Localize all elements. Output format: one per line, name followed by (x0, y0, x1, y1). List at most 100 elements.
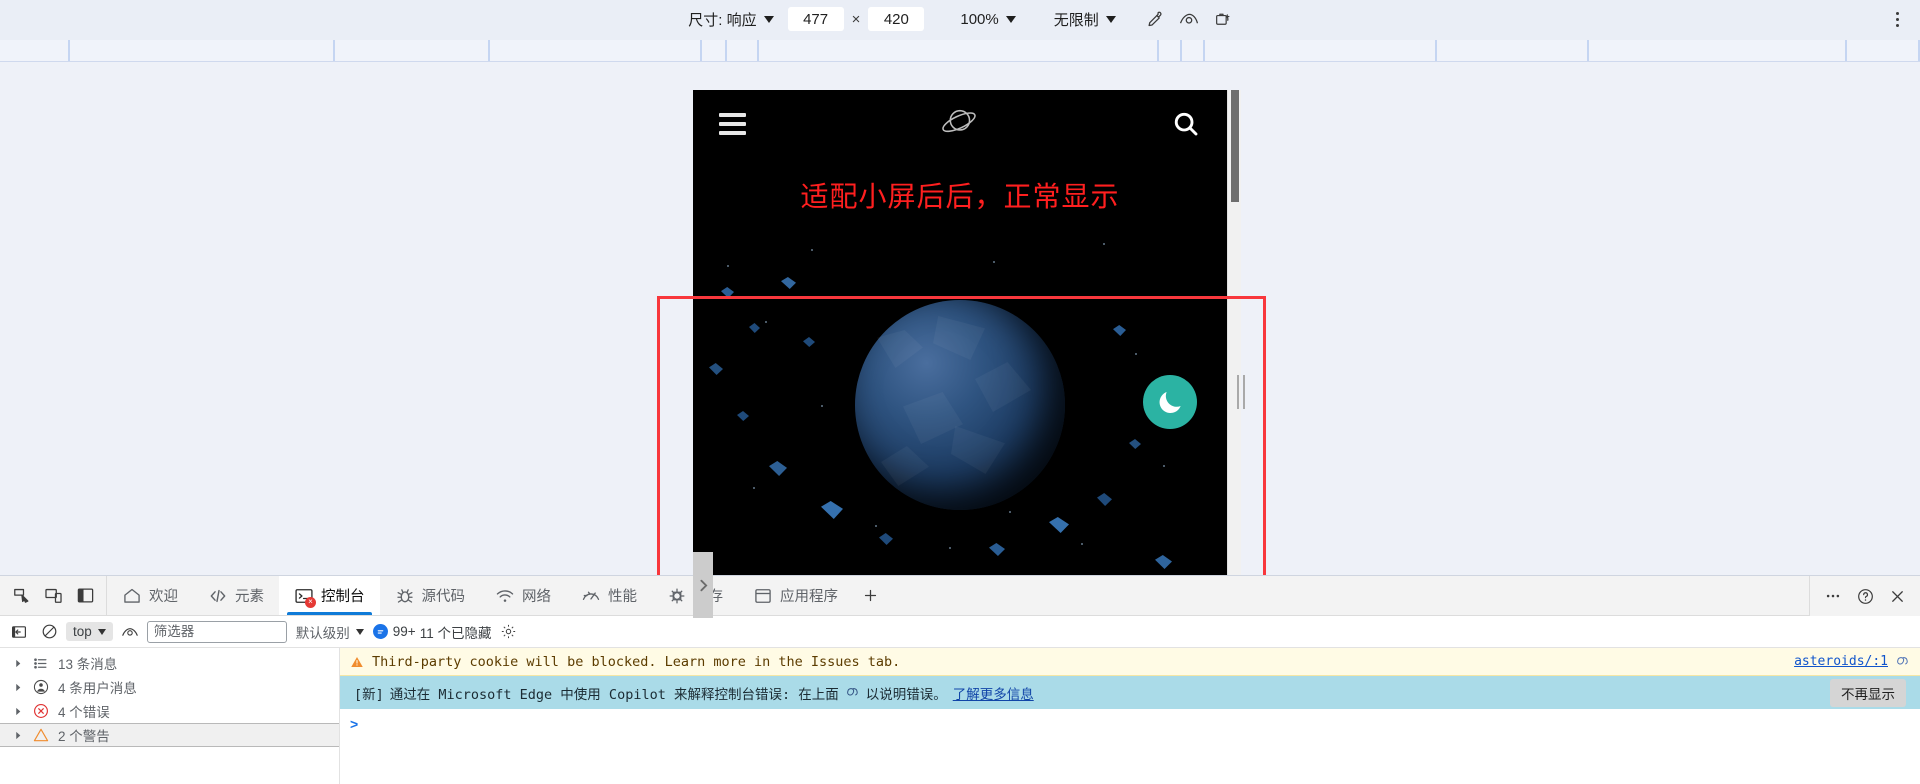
copilot-promo-banner: [新] 通过在 Microsoft Edge 中使用 Copilot 来解释控制… (340, 676, 1920, 709)
dismiss-copilot-banner-button[interactable]: 不再显示 (1830, 678, 1906, 707)
chevron-right-icon[interactable] (14, 659, 23, 668)
message-count-badge[interactable]: 99+ (372, 624, 416, 639)
sidebar-item-errors[interactable]: 4 个错误 (0, 699, 339, 723)
plus-icon (864, 589, 876, 602)
copilot-new-tag: [新] (354, 686, 384, 703)
media-query-ruler[interactable] (0, 38, 1920, 62)
tab-network[interactable]: 网络 (480, 576, 566, 615)
zoom-label: 100% (960, 10, 999, 28)
tab-sources[interactable]: 源代码 (380, 576, 481, 615)
media-query-segment[interactable] (0, 40, 70, 61)
more-tools-icon[interactable] (1818, 581, 1848, 611)
sidebar-expand-handle[interactable] (693, 552, 713, 618)
console-body: 13 条消息 4 条用户消息 4 个错误 2 个警告 Third-party c… (0, 648, 1920, 784)
viewport-width-resize-handle[interactable] (1234, 372, 1248, 412)
console-sidebar: 13 条消息 4 条用户消息 4 个错误 2 个警告 (0, 648, 340, 784)
device-size-dropdown[interactable]: 尺寸: 响应 (680, 6, 781, 33)
tab-performance[interactable]: 性能 (566, 576, 652, 615)
zoom-dropdown[interactable]: 100% (952, 8, 1023, 31)
help-question-icon[interactable] (1850, 581, 1880, 611)
prompt-caret-icon: > (350, 716, 359, 732)
tab-application[interactable]: 应用程序 (738, 576, 853, 615)
hidden-message-count: 11 个已隐藏 (419, 625, 492, 641)
media-query-segment[interactable] (1437, 40, 1589, 61)
devtools-right-tools (1809, 576, 1920, 616)
dark-mode-toggle-button[interactable] (1143, 375, 1197, 429)
chevron-right-icon[interactable] (14, 731, 23, 740)
media-query-segment[interactable] (1847, 40, 1920, 61)
tab-console[interactable]: × 控制台 (279, 576, 380, 615)
media-query-segment[interactable] (335, 40, 490, 61)
learn-more-link[interactable]: 了解更多信息 (953, 683, 1034, 703)
throttle-label: 无限制 (1053, 11, 1099, 29)
chevron-right-icon[interactable] (14, 683, 23, 692)
tab-welcome[interactable]: 欢迎 (107, 576, 193, 615)
devtools-tabbar: 欢迎 元素 × 控制台 源代码 网络 性能 应用程序 (0, 576, 1920, 616)
device-toolbar-icon[interactable] (38, 581, 68, 611)
media-query-segment[interactable] (1182, 40, 1205, 61)
warning-text: Third-party cookie will be blocked. Lear… (372, 653, 901, 670)
bug-sources-icon (395, 586, 415, 606)
media-query-segment[interactable] (1589, 40, 1847, 61)
copilot-icon[interactable] (1895, 654, 1910, 669)
execution-context-selector[interactable]: top (66, 622, 113, 641)
chevron-right-icon[interactable] (14, 707, 23, 716)
dock-side-icon[interactable] (70, 581, 100, 611)
chevron-right-icon (699, 579, 707, 591)
eyedropper-icon[interactable] (1138, 4, 1172, 34)
search-icon[interactable] (1171, 109, 1201, 139)
menu-icon[interactable] (719, 113, 746, 135)
console-warning-message[interactable]: Third-party cookie will be blocked. Lear… (340, 648, 1920, 676)
rotate-screenshot-icon[interactable] (1206, 4, 1240, 34)
log-level-dropdown[interactable]: 默认级别 (291, 620, 369, 644)
page-scrollbar[interactable] (1227, 90, 1241, 577)
scrollbar-thumb[interactable] (1231, 90, 1239, 202)
chevron-down-icon (1105, 15, 1116, 23)
tab-label: 网络 (522, 589, 551, 605)
message-source-link[interactable]: asteroids/:1 (1794, 654, 1888, 669)
eye-live-expression-icon[interactable] (117, 620, 143, 644)
media-query-segment[interactable] (759, 40, 1159, 61)
console-filter-input[interactable] (146, 620, 287, 643)
devtools-left-tools (0, 576, 107, 615)
console-message-list: Third-party cookie will be blocked. Lear… (340, 648, 1920, 784)
show-console-sidebar-icon[interactable] (6, 620, 32, 644)
viewport-width-input[interactable] (787, 7, 844, 31)
device-toolbar-controls: 尺寸: 响应 × 100% 无限制 (680, 4, 1240, 34)
settings-gear-icon[interactable] (495, 620, 521, 644)
viewport-height-input[interactable] (868, 7, 925, 31)
devtools-panel: 欢迎 元素 × 控制台 源代码 网络 性能 应用程序 top 筛选器 默认级别 … (0, 575, 1920, 784)
hero-space-scene (693, 225, 1227, 577)
inspect-element-icon[interactable] (6, 581, 36, 611)
vision-deficiency-icon[interactable] (1172, 4, 1206, 34)
close-devtools-icon[interactable] (1882, 581, 1912, 611)
clear-console-icon[interactable] (36, 620, 62, 644)
network-throttle-dropdown[interactable]: 无限制 (1046, 6, 1124, 33)
console-error-badge: × (305, 596, 316, 608)
media-query-segment[interactable] (702, 40, 727, 61)
media-query-segment[interactable] (727, 40, 759, 61)
console-prompt-row[interactable]: > (340, 709, 1920, 739)
gauge-performance-icon (581, 586, 601, 606)
copilot-icon[interactable] (845, 685, 860, 700)
media-query-segment[interactable] (1205, 40, 1437, 61)
tab-label: 性能 (608, 589, 637, 605)
sidebar-item-warnings[interactable]: 2 个警告 (0, 723, 339, 747)
window-application-icon (753, 586, 773, 606)
sidebar-item-messages[interactable]: 13 条消息 (0, 651, 339, 675)
emulated-page-frame[interactable]: 适配小屏后后，正常显示 (693, 90, 1227, 577)
message-count: 99+ (392, 624, 416, 639)
emulated-viewport-stage: 适配小屏后后，正常显示 (0, 62, 1920, 641)
tab-elements[interactable]: 元素 (193, 576, 279, 615)
console-toolbar: top 默认级别 99+ 11 个已隐藏 (0, 616, 1920, 648)
sidebar-item-user-messages[interactable]: 4 条用户消息 (0, 675, 339, 699)
sidebar-item-label: 4 条用户消息 (58, 681, 137, 696)
media-query-segment[interactable] (70, 40, 335, 61)
more-options-icon[interactable] (1882, 4, 1912, 34)
add-panel-button[interactable] (853, 576, 887, 615)
sidebar-item-label: 13 条消息 (58, 657, 118, 672)
media-query-segment[interactable] (1159, 40, 1182, 61)
chevron-down-icon (355, 628, 364, 635)
media-query-segment[interactable] (490, 40, 702, 61)
tab-label: 应用程序 (780, 589, 838, 605)
